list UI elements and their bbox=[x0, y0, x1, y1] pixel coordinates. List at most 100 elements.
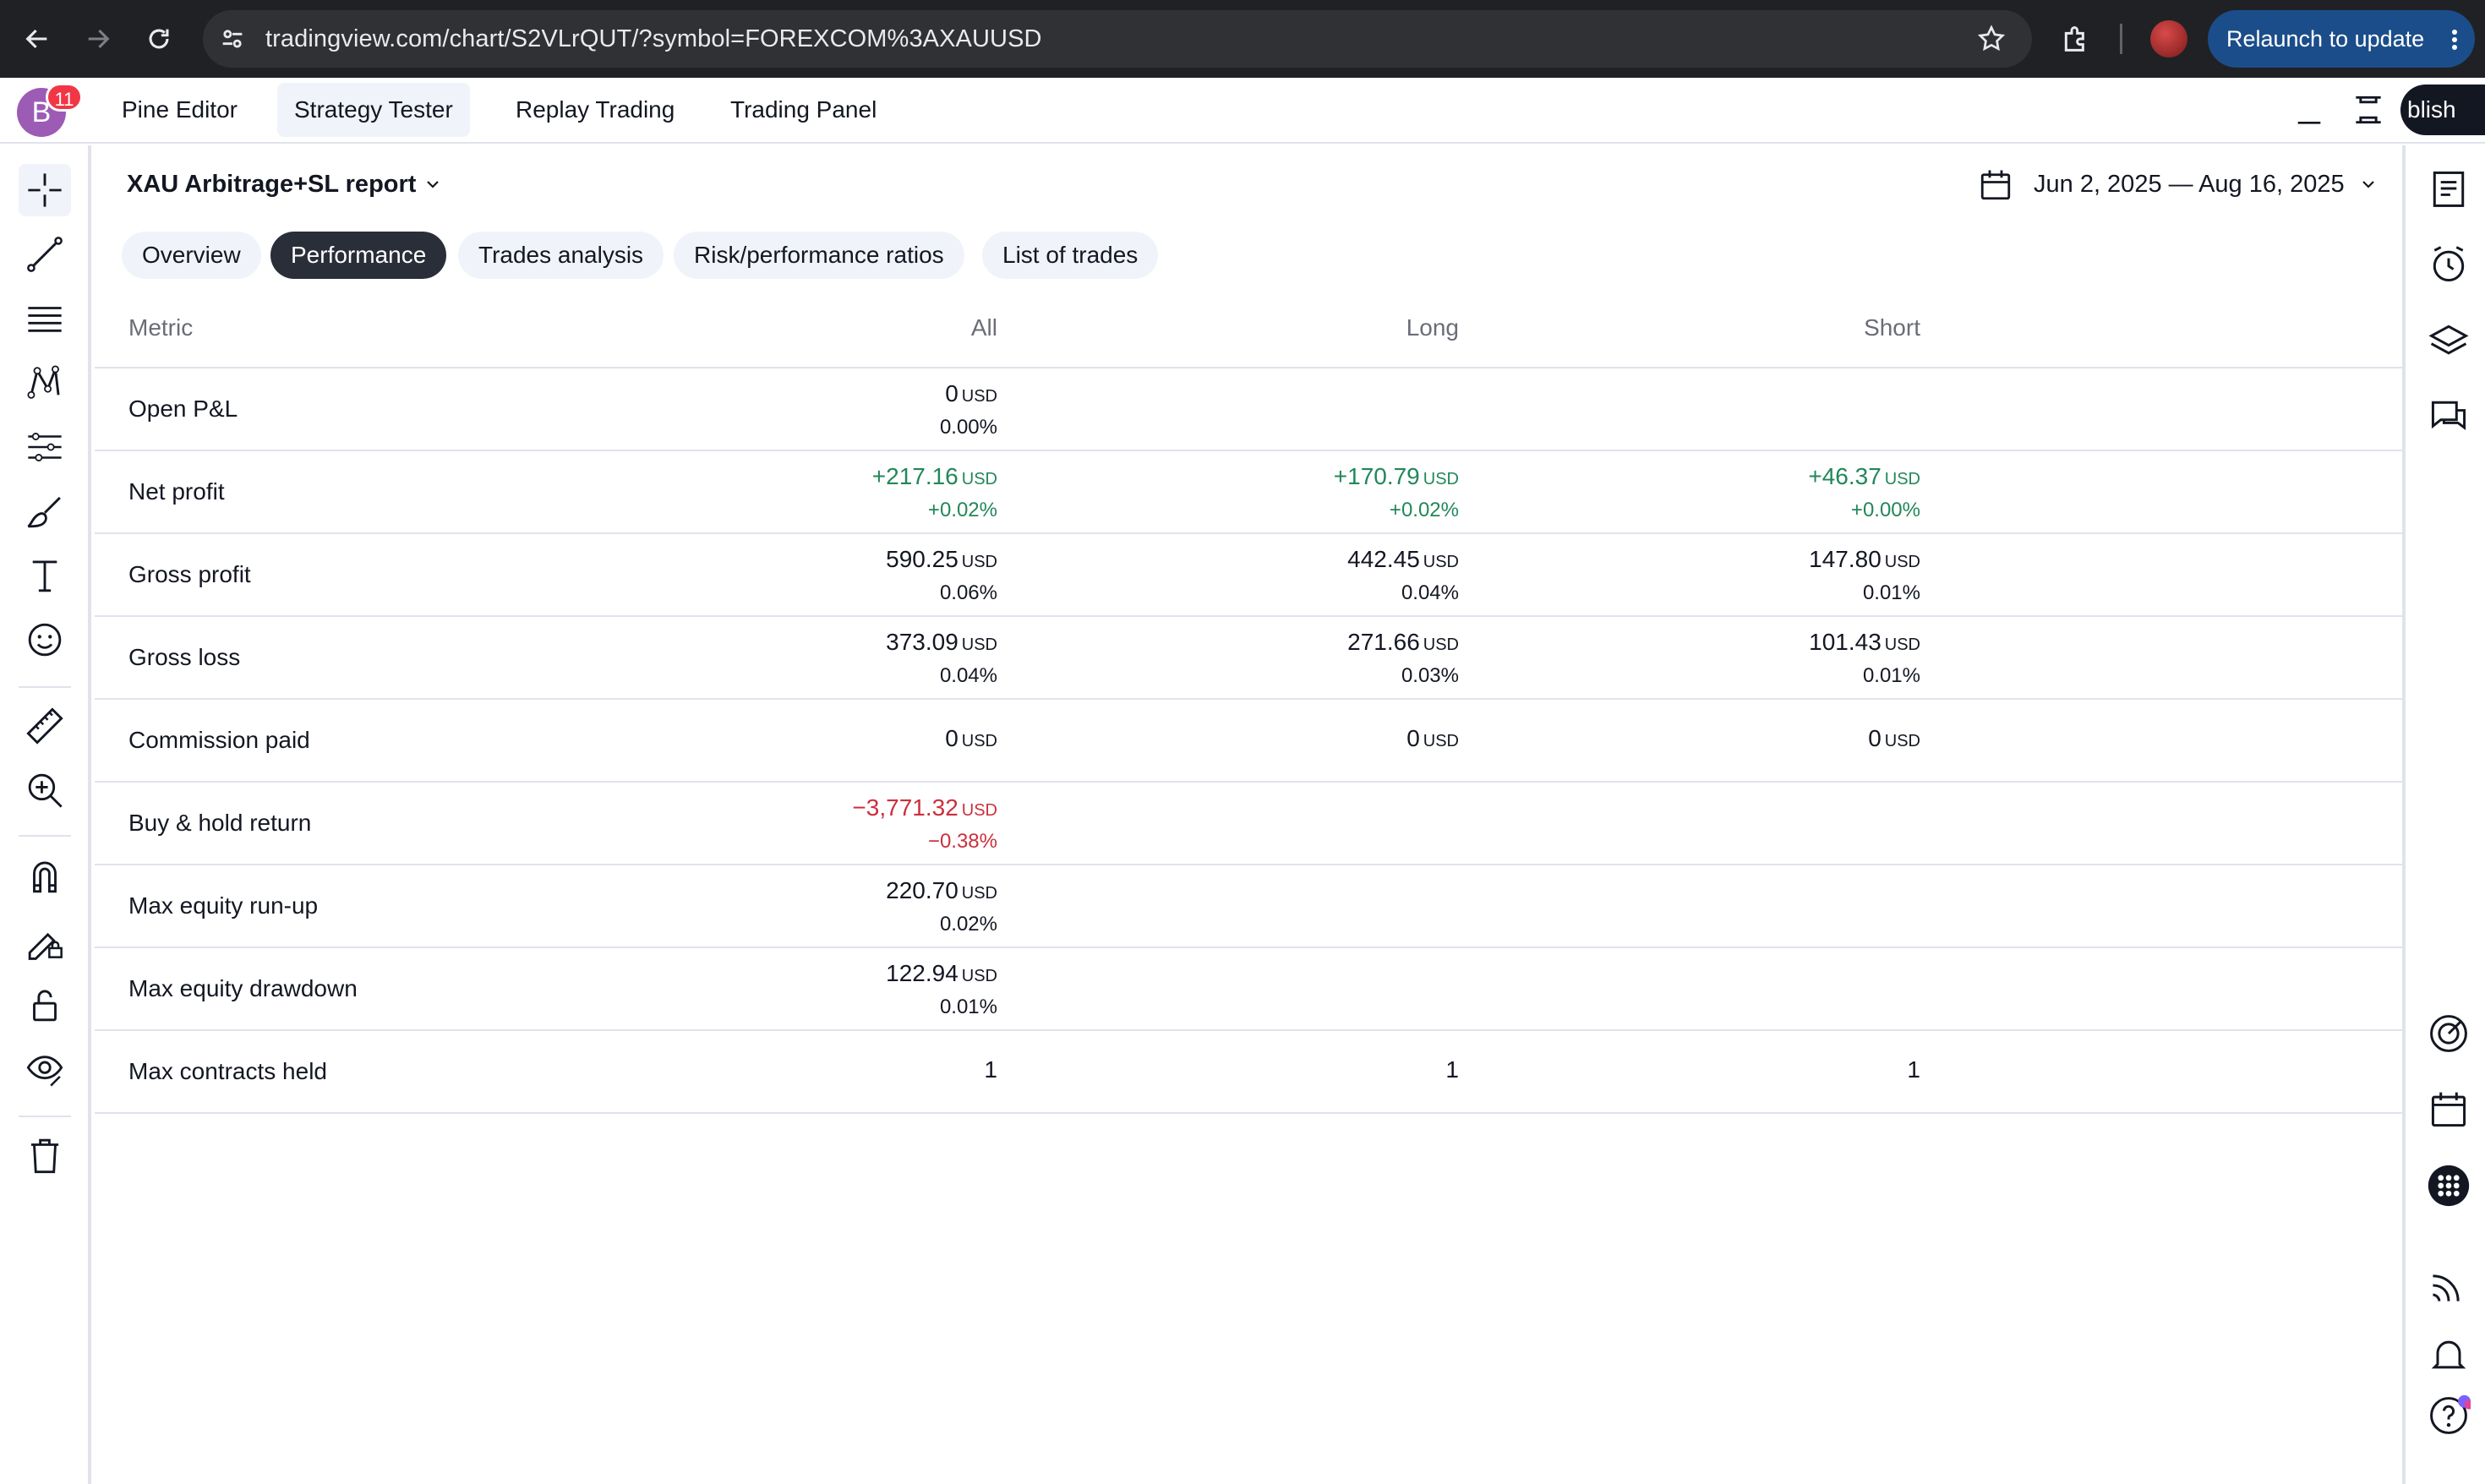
text-tool[interactable] bbox=[19, 549, 71, 602]
toolbar-divider bbox=[19, 686, 71, 688]
prediction-tool[interactable] bbox=[19, 421, 71, 473]
brush-tool[interactable] bbox=[19, 485, 71, 537]
crosshair-tool[interactable] bbox=[19, 164, 71, 216]
alerts-button[interactable] bbox=[2422, 238, 2475, 291]
extensions-icon[interactable] bbox=[2059, 22, 2093, 56]
browser-toolbar: tradingview.com/chart/S2VLrQUT/?symbol=F… bbox=[0, 0, 2485, 78]
calendar-icon[interactable] bbox=[1978, 167, 2013, 203]
watchlist-button[interactable] bbox=[2422, 162, 2475, 215]
hide-drawings-tool[interactable] bbox=[19, 1043, 71, 1095]
cell-percent: 0.06% bbox=[939, 581, 997, 604]
notification-badge: 11 bbox=[46, 83, 83, 112]
cell-percent: 0.01% bbox=[939, 996, 997, 1018]
cell-percent: 0.02% bbox=[939, 913, 997, 936]
cell-all: 1 bbox=[727, 1031, 997, 1112]
zoom-in-tool[interactable] bbox=[19, 764, 71, 816]
cell-value: 442.45 USD bbox=[1347, 546, 1459, 572]
cell-value: +217.16 USD bbox=[871, 463, 997, 489]
forward-button[interactable] bbox=[74, 15, 122, 63]
cell-value: 0 USD bbox=[1406, 725, 1459, 751]
tab-overview[interactable]: Overview bbox=[122, 232, 261, 279]
report-title[interactable]: XAU Arbitrage+SL report bbox=[127, 166, 416, 203]
user-menu[interactable]: B 11 bbox=[17, 83, 83, 140]
cell-percent: +0.02% bbox=[927, 499, 997, 521]
remove-drawings-tool[interactable] bbox=[19, 1129, 71, 1181]
left-drawing-toolbar bbox=[0, 145, 91, 1484]
pattern-icon bbox=[27, 365, 60, 399]
help-button[interactable] bbox=[2422, 1389, 2475, 1442]
table-row: Commission paid 0 USD 0 USD 0 USD bbox=[95, 700, 2402, 783]
publish-button[interactable]: blish bbox=[2400, 85, 2485, 135]
emoji-tool[interactable] bbox=[19, 614, 71, 666]
crosshair-icon bbox=[28, 173, 62, 207]
cell-value: +170.79 USD bbox=[1333, 463, 1459, 489]
calendar-button[interactable] bbox=[2422, 1083, 2475, 1136]
table-row: Open P&L 0 USD 0.00% bbox=[95, 368, 2402, 451]
cell-long: 442.45 USD 0.04% bbox=[1188, 534, 1459, 615]
profile-avatar[interactable] bbox=[2150, 20, 2187, 57]
column-header-short: Short bbox=[1864, 314, 1920, 341]
cell-value: 271.66 USD bbox=[1347, 629, 1459, 655]
minimize-panel-icon[interactable] bbox=[2292, 95, 2326, 128]
url-text[interactable]: tradingview.com/chart/S2VLrQUT/?symbol=F… bbox=[265, 10, 1042, 68]
tab-trading-panel[interactable]: Trading Panel bbox=[713, 83, 893, 137]
reload-button[interactable] bbox=[135, 15, 183, 63]
lock-drawing-icon bbox=[28, 932, 63, 960]
unlock-tool[interactable] bbox=[19, 979, 71, 1031]
chevron-down-icon[interactable] bbox=[2358, 174, 2378, 194]
cell-value: 0 USD bbox=[1868, 725, 1920, 751]
metric-label: Max equity run-up bbox=[128, 892, 319, 919]
address-bar[interactable]: tradingview.com/chart/S2VLrQUT/?symbol=F… bbox=[203, 10, 2032, 68]
cell-value: 1 bbox=[1907, 1056, 1920, 1083]
cell-value: 1 bbox=[984, 1056, 997, 1083]
eye-icon bbox=[26, 1056, 63, 1087]
magnet-icon bbox=[33, 861, 57, 893]
bookmark-star-icon[interactable] bbox=[1976, 24, 2007, 54]
object-tree-button[interactable] bbox=[2422, 314, 2475, 367]
text-icon bbox=[32, 560, 57, 592]
cell-value: 0 USD bbox=[945, 380, 997, 406]
table-row: Gross profit 590.25 USD 0.06% 442.45 USD 0… bbox=[95, 534, 2402, 617]
chevron-down-icon[interactable] bbox=[423, 174, 443, 194]
pattern-tool[interactable] bbox=[19, 357, 71, 409]
calendar-icon bbox=[2431, 1092, 2466, 1127]
site-settings-icon[interactable] bbox=[218, 25, 247, 53]
metric-label: Net profit bbox=[128, 478, 225, 505]
fib-tool[interactable] bbox=[19, 292, 71, 345]
date-range-selector[interactable]: Jun 2, 2025 — Aug 16, 2025 bbox=[2034, 166, 2345, 203]
tab-trades-analysis[interactable]: Trades analysis bbox=[458, 232, 664, 279]
chats-button[interactable] bbox=[2422, 390, 2475, 443]
magnet-tool[interactable] bbox=[19, 850, 71, 903]
table-row: Net profit +217.16 USD +0.02% +170.79 USD … bbox=[95, 451, 2402, 534]
brush-icon bbox=[27, 496, 61, 528]
cell-long: 1 bbox=[1188, 1031, 1459, 1112]
tab-pine-editor[interactable]: Pine Editor bbox=[105, 83, 254, 137]
apps-button[interactable] bbox=[2422, 1159, 2475, 1212]
cell-short: +46.37 USD +0.00% bbox=[1650, 451, 1920, 532]
trendline-tool[interactable] bbox=[19, 228, 71, 281]
hotlists-button[interactable] bbox=[2422, 1007, 2475, 1060]
stream-icon bbox=[2433, 1274, 2460, 1301]
tab-replay-trading[interactable]: Replay Trading bbox=[499, 83, 691, 137]
back-button[interactable] bbox=[14, 15, 61, 63]
arrow-right-icon bbox=[88, 29, 110, 49]
cell-short: 0 USD bbox=[1650, 700, 1920, 781]
cell-all: 590.25 USD 0.06% bbox=[727, 534, 997, 615]
chat-icon bbox=[2431, 401, 2466, 430]
relaunch-button[interactable]: Relaunch to update bbox=[2208, 10, 2475, 68]
tab-strategy-tester[interactable]: Strategy Tester bbox=[277, 83, 470, 137]
notifications-button[interactable] bbox=[2422, 1329, 2475, 1381]
metric-label: Gross loss bbox=[128, 644, 241, 670]
stream-button[interactable] bbox=[2422, 1259, 2475, 1312]
cell-long: 271.66 USD 0.03% bbox=[1188, 617, 1459, 698]
ruler-tool[interactable] bbox=[19, 700, 71, 752]
cell-value: 1 bbox=[1445, 1056, 1459, 1083]
maximize-panel-icon[interactable] bbox=[2350, 91, 2387, 128]
cell-percent: 0.01% bbox=[1862, 664, 1920, 687]
tab-risk-performance-ratios[interactable]: Risk/performance ratios bbox=[674, 232, 964, 279]
tab-performance[interactable]: Performance bbox=[270, 232, 447, 279]
layers-icon bbox=[2428, 325, 2469, 355]
lock-drawing-tool[interactable] bbox=[19, 914, 71, 967]
tab-list-of-trades[interactable]: List of trades bbox=[982, 232, 1159, 279]
table-row: Max contracts held 1 1 1 bbox=[95, 1031, 2402, 1114]
